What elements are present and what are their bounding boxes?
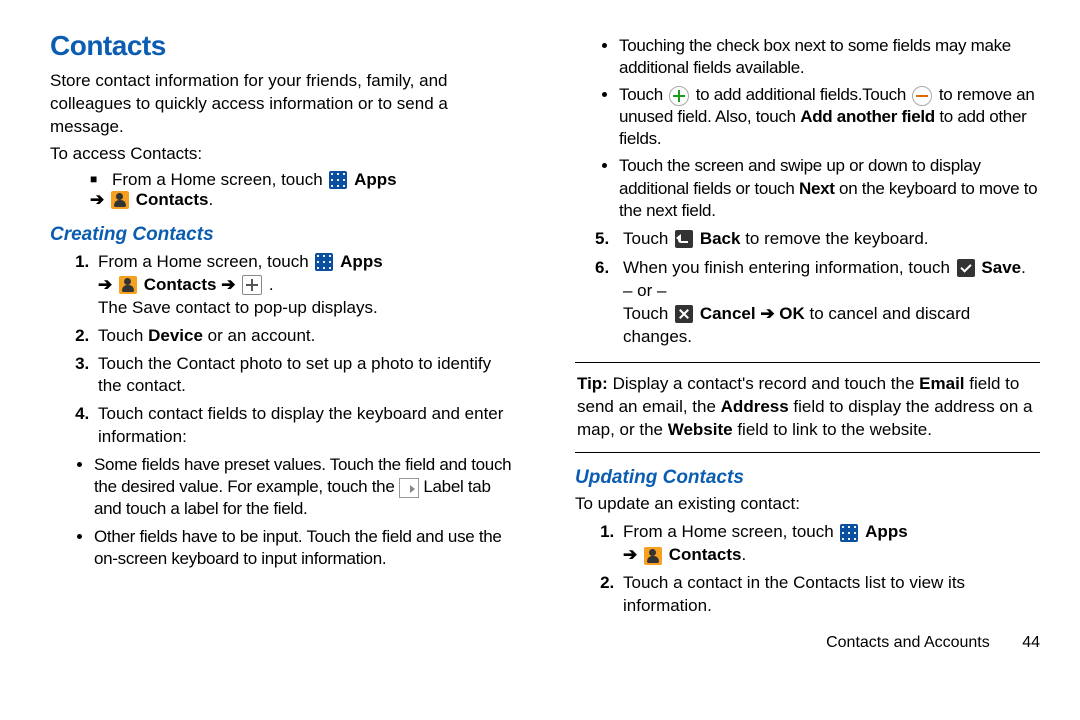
tip-label: Tip: <box>577 374 608 393</box>
arrow-icon: ➔ <box>98 275 112 294</box>
text: field to link to the website. <box>733 420 932 439</box>
access-steps: From a Home screen, touch Apps ➔ Contact… <box>50 170 515 210</box>
bold: Save <box>981 258 1021 277</box>
bold: Back <box>700 229 741 248</box>
step4-bullets: Some fields have preset values. Touch th… <box>50 454 515 569</box>
bold: OK <box>779 304 805 323</box>
text: The Save contact to pop-up displays. <box>98 298 378 317</box>
access-label: To access Contacts: <box>50 143 515 166</box>
step-5: Touch Back to remove the keyboard. <box>619 228 1040 251</box>
creating-steps: From a Home screen, touch Apps ➔ Contact… <box>50 251 515 450</box>
text: From a Home screen, touch <box>98 252 313 271</box>
text: or an account. <box>203 326 315 345</box>
contacts-icon <box>644 547 662 565</box>
contacts-label: Contacts <box>669 545 742 564</box>
page-number: 44 <box>1022 634 1040 651</box>
text: From a Home screen, touch <box>623 522 838 541</box>
bold: Next <box>799 179 835 198</box>
step-4: Touch contact fields to display the keyb… <box>94 403 515 449</box>
apps-icon <box>329 171 347 189</box>
label-tab-icon <box>399 478 419 498</box>
or: – or – <box>623 281 666 300</box>
bullet: Touch to add additional fields.Touch to … <box>619 84 1040 150</box>
contacts-icon <box>119 276 137 294</box>
right-column: Touching the check box next to some fiel… <box>575 30 1040 710</box>
apps-label: Apps <box>354 170 397 189</box>
apps-icon <box>840 524 858 542</box>
bold: Device <box>148 326 203 345</box>
bullet: Other fields have to be input. Touch the… <box>94 526 515 570</box>
text: to add additional fields.Touch <box>696 85 911 104</box>
back-icon <box>675 230 693 248</box>
arrow-icon: ➔ <box>623 545 637 564</box>
add-field-icon <box>669 86 689 106</box>
updating-intro: To update an existing contact: <box>575 493 1040 516</box>
contacts-label: Contacts <box>136 190 209 209</box>
creating-steps-cont: Touch Back to remove the keyboard. When … <box>575 228 1040 349</box>
contacts-icon <box>111 191 129 209</box>
step-6: When you finish entering information, to… <box>619 257 1040 349</box>
bold: Email <box>919 374 964 393</box>
bold: Address <box>721 397 789 416</box>
apps-icon <box>315 253 333 271</box>
page-title: Contacts <box>50 30 515 62</box>
apps-label: Apps <box>865 522 908 541</box>
step-3: Touch the Contact photo to set up a phot… <box>94 353 515 399</box>
contacts-label: Contacts <box>144 275 217 294</box>
left-column: Contacts Store contact information for y… <box>50 30 515 710</box>
save-icon <box>957 259 975 277</box>
plus-icon <box>242 275 262 295</box>
arrow-icon: ➔ <box>221 275 235 294</box>
updating-steps: From a Home screen, touch Apps ➔ Contact… <box>575 521 1040 618</box>
bold: Website <box>668 420 733 439</box>
arrow-icon: ➔ <box>90 190 104 209</box>
bold: Add another field <box>800 107 935 126</box>
manual-page: Contacts Store contact information for y… <box>0 0 1080 720</box>
remove-field-icon <box>912 86 932 106</box>
heading-creating-contacts: Creating Contacts <box>50 224 515 246</box>
step-1: From a Home screen, touch Apps ➔ Contact… <box>94 251 515 320</box>
text: Display a contact's record and touch the <box>608 374 919 393</box>
text: to remove the keyboard. <box>745 229 928 248</box>
step4-bullets-cont: Touching the check box next to some fiel… <box>575 35 1040 222</box>
step-2: Touch Device or an account. <box>94 325 515 348</box>
bullet: Touch the screen and swipe up or down to… <box>619 155 1040 221</box>
tip-box: Tip: Display a contact's record and touc… <box>575 362 1040 453</box>
bold: Cancel <box>700 304 756 323</box>
heading-updating-contacts: Updating Contacts <box>575 467 1040 489</box>
text: Touch <box>623 304 673 323</box>
text: Touch <box>623 229 673 248</box>
bullet: Touching the check box next to some fiel… <box>619 35 1040 79</box>
text: When you finish entering information, to… <box>623 258 955 277</box>
text: Touch <box>98 326 148 345</box>
intro-text: Store contact information for your frien… <box>50 70 515 139</box>
arrow-icon: ➔ <box>760 304 774 323</box>
u-step-1: From a Home screen, touch Apps ➔ Contact… <box>619 521 1040 567</box>
access-step: From a Home screen, touch Apps ➔ Contact… <box>90 170 515 210</box>
text: From a Home screen, touch <box>112 170 327 189</box>
bullet: Some fields have preset values. Touch th… <box>94 454 515 520</box>
page-footer: Contacts and Accounts 44 <box>575 634 1040 652</box>
u-step-2: Touch a contact in the Contacts list to … <box>619 572 1040 618</box>
footer-section: Contacts and Accounts <box>826 634 990 651</box>
cancel-icon <box>675 305 693 323</box>
apps-label: Apps <box>340 252 383 271</box>
text: Touch <box>619 85 667 104</box>
